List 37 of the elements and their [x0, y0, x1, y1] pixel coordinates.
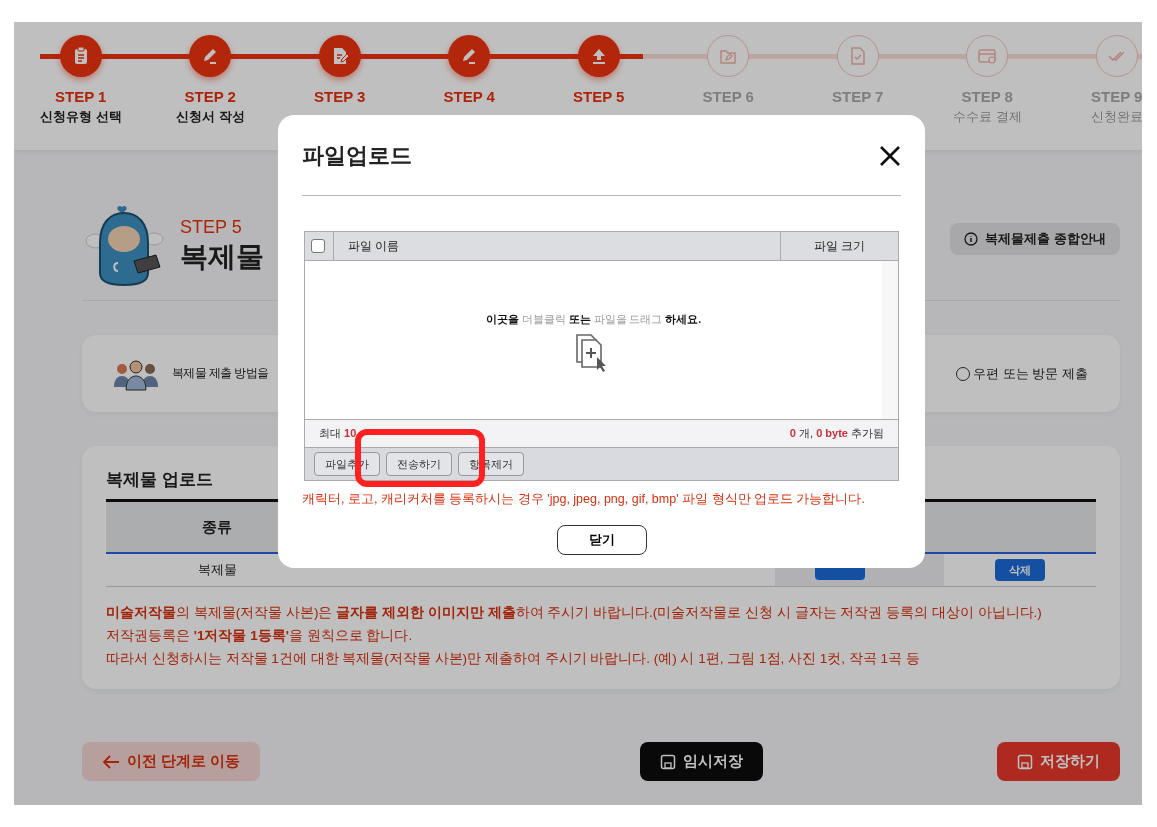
step-name: 신청서 작성: [175, 108, 245, 126]
step-label: STEP 1: [55, 88, 107, 105]
step-name: 신청유형 선택: [39, 108, 122, 126]
close-icon[interactable]: [879, 145, 901, 167]
step-label: STEP 9: [1091, 88, 1142, 105]
save-button[interactable]: 저장하기: [997, 742, 1120, 781]
step-label: STEP 5: [573, 88, 625, 105]
info-icon: [964, 232, 979, 246]
close-button[interactable]: 닫기: [556, 525, 647, 555]
delete-button[interactable]: 삭제: [995, 559, 1045, 581]
temp-save-button[interactable]: 임시저장: [639, 742, 763, 781]
step-name: 수수료 결제: [952, 108, 1022, 126]
step-caption: STEP 5: [180, 216, 243, 238]
notice-text: 미술저작물의 복제물(저작물 사본)은 글자를 제외한 이미지만 제출하여 주시기 바랍니다.(미술저작물로 신청 시 글자는 저작권 등록의 대상이 아닙니다.): [106, 604, 1043, 622]
drop-hint: 이곳을 더블클릭 또는 파일을 드래그 하세요.: [485, 313, 702, 327]
summary-text: 0 개, 0 byte 추가됨: [789, 426, 884, 441]
step-label: STEP 7: [832, 88, 884, 105]
modal-title: 파일업로드: [302, 142, 412, 170]
radio-option[interactable]: 우편 또는 방문 제출: [956, 364, 1088, 383]
arrow-left-icon: [102, 754, 120, 769]
notice-text: 저작권등록은 '1저작물 1등록'을 원칙으로 합니다.: [106, 627, 414, 645]
step-label: STEP 8: [961, 88, 1013, 105]
step-label: STEP 6: [702, 88, 754, 105]
guide-button[interactable]: 복제물제출 종합안내: [950, 223, 1120, 255]
step-label: STEP 3: [314, 88, 366, 105]
step-label: STEP 2: [184, 88, 236, 105]
column-header: 파일 크기: [780, 232, 898, 260]
notice-text: 따라서 신청하시는 저작물 1건에 대한 복제물(저작물 사본)만 제출하여 주시기 바랍니다. (예) 시 1편, 그림 1점, 사진 1컷, 작곡 1곡 등: [106, 650, 921, 668]
method-label: 복제물 제출 방법을: [172, 365, 269, 382]
select-all-checkbox[interactable]: [311, 239, 325, 253]
limit-text: 최대 10: [319, 426, 357, 441]
page-title: 복제물: [180, 239, 264, 274]
step-label: STEP 4: [443, 88, 495, 105]
toolbar-button[interactable]: 전송하기: [386, 452, 452, 476]
step-name: 신청완료: [1090, 108, 1142, 126]
column-header: 파일 이름: [333, 232, 780, 260]
section-title: 복제물 업로드: [106, 469, 214, 491]
